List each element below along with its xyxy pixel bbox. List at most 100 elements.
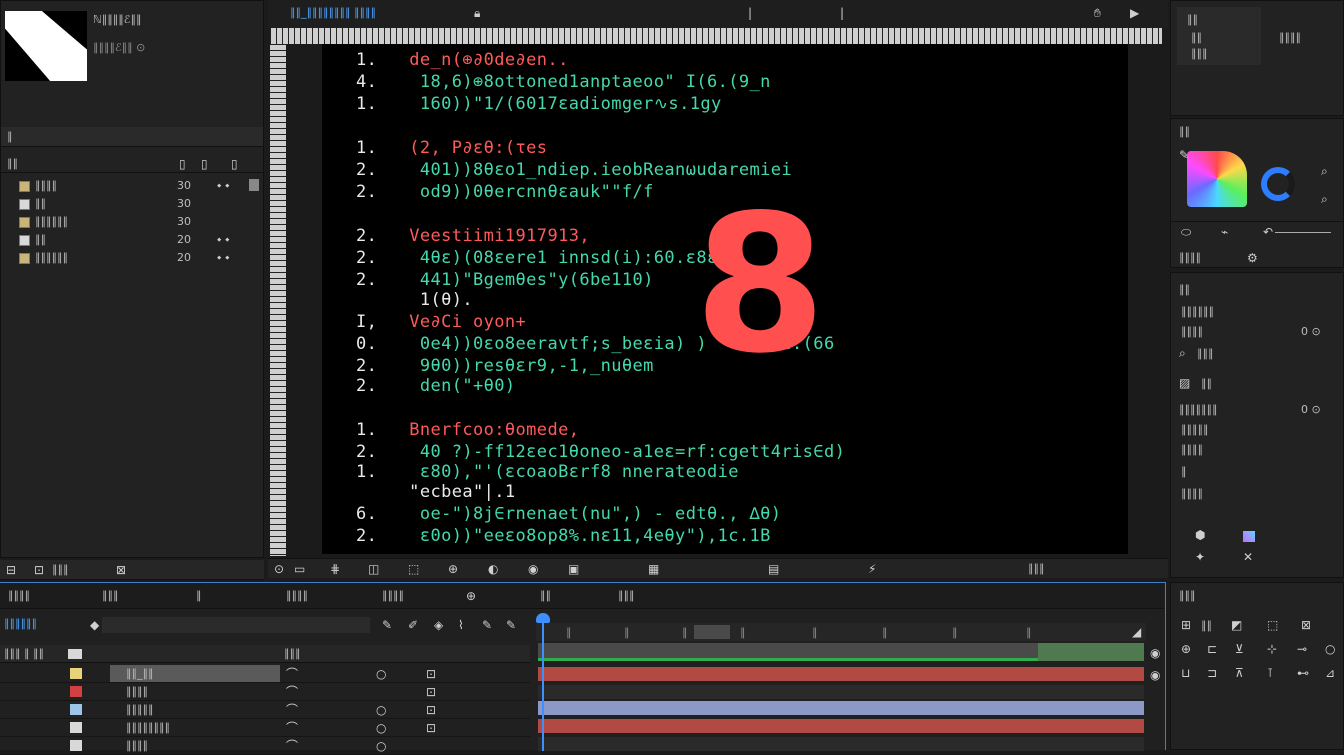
interpret-icon[interactable]: ⊡ <box>34 564 44 576</box>
search-icon[interactable]: ⌕ <box>1179 347 1186 359</box>
ellipse-icon[interactable]: ⬭ <box>1181 226 1191 238</box>
layer-mode-icon[interactable]: ○ <box>376 704 386 716</box>
layer-row[interactable]: ∥∥∥∥ ⌒ ⊡ <box>0 683 530 701</box>
tool-icon[interactable]: ⊐ <box>1207 667 1217 679</box>
draft-icon[interactable]: ✎ <box>382 619 392 631</box>
timeline-tab[interactable]: ∥∥∥∥ <box>382 589 404 602</box>
tool-icon[interactable]: ⊸ <box>1297 643 1307 655</box>
lock-icon[interactable]: 🔒︎ <box>474 7 480 19</box>
layer-bar[interactable] <box>538 737 1144 751</box>
layer-name[interactable]: ∥∥∥∥ <box>126 685 148 698</box>
scroll-end-icon[interactable]: ◉ <box>1150 647 1160 659</box>
layer-bar-region[interactable] <box>538 643 1144 661</box>
layer-row[interactable]: ∥∥∥∥∥∥∥∥ ⌒ ○ ⊡ <box>0 719 530 737</box>
column-name[interactable]: ∥∥ <box>7 157 18 170</box>
snapshot-icon[interactable]: ◉ <box>528 563 538 575</box>
tool-icon[interactable]: ⊺ <box>1267 667 1273 679</box>
horizontal-ruler[interactable] <box>270 28 1162 44</box>
project-search-bar[interactable]: ∥ <box>1 127 263 147</box>
tool-icon[interactable]: ○ <box>1325 643 1335 655</box>
layer-mode-icon[interactable]: ○ <box>376 668 386 680</box>
eyedropper-icon[interactable]: ✎ <box>1179 149 1189 161</box>
tool-icon[interactable]: ⊷ <box>1297 667 1309 679</box>
work-area[interactable] <box>694 625 730 639</box>
zoom-out-icon[interactable]: ⌕ <box>1321 193 1328 205</box>
layer-label-color[interactable] <box>70 668 82 679</box>
trash-icon[interactable]: ⊠ <box>116 564 126 576</box>
view-icon[interactable]: ▤ <box>768 563 779 575</box>
layer-label-color[interactable] <box>70 686 82 697</box>
property-row[interactable]: ∥∥ <box>1201 377 1212 390</box>
vertical-ruler[interactable] <box>270 44 286 556</box>
layer-bar[interactable] <box>538 719 1144 733</box>
color-picker-icon[interactable] <box>1187 151 1247 207</box>
fast-preview-icon[interactable]: ⚡︎ <box>868 563 876 575</box>
timeline-tab[interactable]: ∥∥∥ <box>618 589 635 602</box>
close-x-icon[interactable]: ✕ <box>1243 551 1253 563</box>
layer-parent-icon[interactable]: ⊡ <box>426 722 436 734</box>
project-item[interactable]: ∥∥∥∥∥∥ 30 <box>1 213 263 231</box>
tool-icon[interactable]: ⊠ <box>1301 619 1311 631</box>
solo-icon[interactable]: ✎ <box>506 619 516 631</box>
tool-icon[interactable]: ⊕ <box>1181 643 1191 655</box>
property-row[interactable]: ∥∥∥ <box>1197 347 1214 360</box>
project-item[interactable]: ∥∥∥∥∥∥ 20 ⬩ ⬩ <box>1 249 263 267</box>
layer-name[interactable]: ∥∥∥∥∥ <box>126 703 154 716</box>
slider-track[interactable] <box>1275 232 1331 233</box>
layer-bar[interactable] <box>538 667 1144 681</box>
layer-switch-icon[interactable]: ⌒ <box>286 704 298 716</box>
layer-label-color[interactable] <box>70 740 82 751</box>
layer-switch-icon[interactable]: ⌒ <box>286 740 298 752</box>
playhead-handle[interactable] <box>536 613 550 623</box>
layer-label-color[interactable] <box>70 704 82 715</box>
column-label-icon[interactable]: ▯ <box>231 158 238 170</box>
layer-name[interactable]: ∥∥∥∥∥∥∥∥ <box>126 721 170 734</box>
camera-icon[interactable]: ⬚ <box>408 563 419 575</box>
column-tag-icon[interactable]: ▯ <box>201 158 208 170</box>
ruler-end-icon[interactable]: ◢ <box>1132 626 1141 638</box>
tool-icon[interactable]: ⊔ <box>1181 667 1190 679</box>
timeline-search-input[interactable] <box>102 617 370 633</box>
grid-icon[interactable]: ⋕ <box>330 563 340 575</box>
play-icon[interactable]: ▶ <box>1130 7 1139 19</box>
settings-icon[interactable]: ⚙︎ <box>1247 252 1258 264</box>
layer-parent-icon[interactable]: ⊡ <box>426 668 436 680</box>
timeline-tab[interactable]: ∥∥∥ <box>102 589 119 602</box>
transparency-icon[interactable]: ▦ <box>648 563 659 575</box>
project-item[interactable]: ∥∥ 30 <box>1 195 263 213</box>
channel-icon[interactable]: ⊕ <box>448 563 458 575</box>
layer-row[interactable]: ∥∥∥∥∥ ⌒ ○ ⊡ <box>0 701 530 719</box>
brush-icon[interactable]: ⌁ <box>1221 226 1228 238</box>
layer-name[interactable]: ∥∥_∥∥ <box>126 667 154 680</box>
column-fps-icon[interactable]: ▯ <box>179 158 186 170</box>
timeline-tab[interactable]: ∥∥ <box>540 589 551 602</box>
project-item[interactable]: ∥∥∥∥ 30 ⬩ ⬩ <box>1 177 263 195</box>
tool-icon[interactable]: ◩ <box>1231 619 1242 631</box>
new-folder-icon[interactable]: ⊟ <box>6 564 16 576</box>
mask-icon[interactable]: ◫ <box>368 563 379 575</box>
layer-name[interactable]: ∥∥∥∥ <box>126 739 148 752</box>
layer-parent-icon[interactable]: ⊡ <box>426 704 436 716</box>
layer-label-color[interactable] <box>70 722 82 733</box>
property-row[interactable]: ∥∥∥∥ <box>1181 325 1203 338</box>
project-item[interactable]: ∥∥ 20 ⬩ ⬩ <box>1 231 263 249</box>
property-row[interactable]: ∥∥∥∥ <box>1181 487 1203 500</box>
property-row[interactable]: ∥ <box>1181 465 1187 478</box>
magnify-icon[interactable]: ⊙ <box>274 563 284 575</box>
property-value[interactable]: 0 ⊙ <box>1301 325 1321 338</box>
undo-icon[interactable]: ↶ <box>1263 226 1273 238</box>
exposure-icon[interactable]: ◐ <box>488 563 498 575</box>
gradient-icon[interactable] <box>1261 167 1295 201</box>
layer-bar[interactable] <box>538 685 1144 699</box>
layer-row[interactable]: ∥∥_∥∥ ⌒ ○ ⊡ <box>0 665 530 683</box>
layer-switch-icon[interactable]: ⌒ <box>286 686 298 698</box>
property-value[interactable]: 0 ⊙ <box>1301 403 1321 416</box>
property-row[interactable]: ∥∥∥∥ <box>1181 443 1203 456</box>
layer-mode-icon[interactable]: ○ <box>376 722 386 734</box>
tool-icon[interactable]: ⊏ <box>1207 643 1217 655</box>
property-row[interactable]: ∥∥∥∥∥ <box>1181 423 1209 436</box>
layer-bar[interactable] <box>538 701 1144 715</box>
timeline-tab[interactable]: ∥∥∥∥ <box>8 589 30 602</box>
tool-icon[interactable]: ⊻ <box>1235 643 1244 655</box>
timeline-timecode[interactable]: ∥∥∥∥∥∥ <box>4 617 37 630</box>
